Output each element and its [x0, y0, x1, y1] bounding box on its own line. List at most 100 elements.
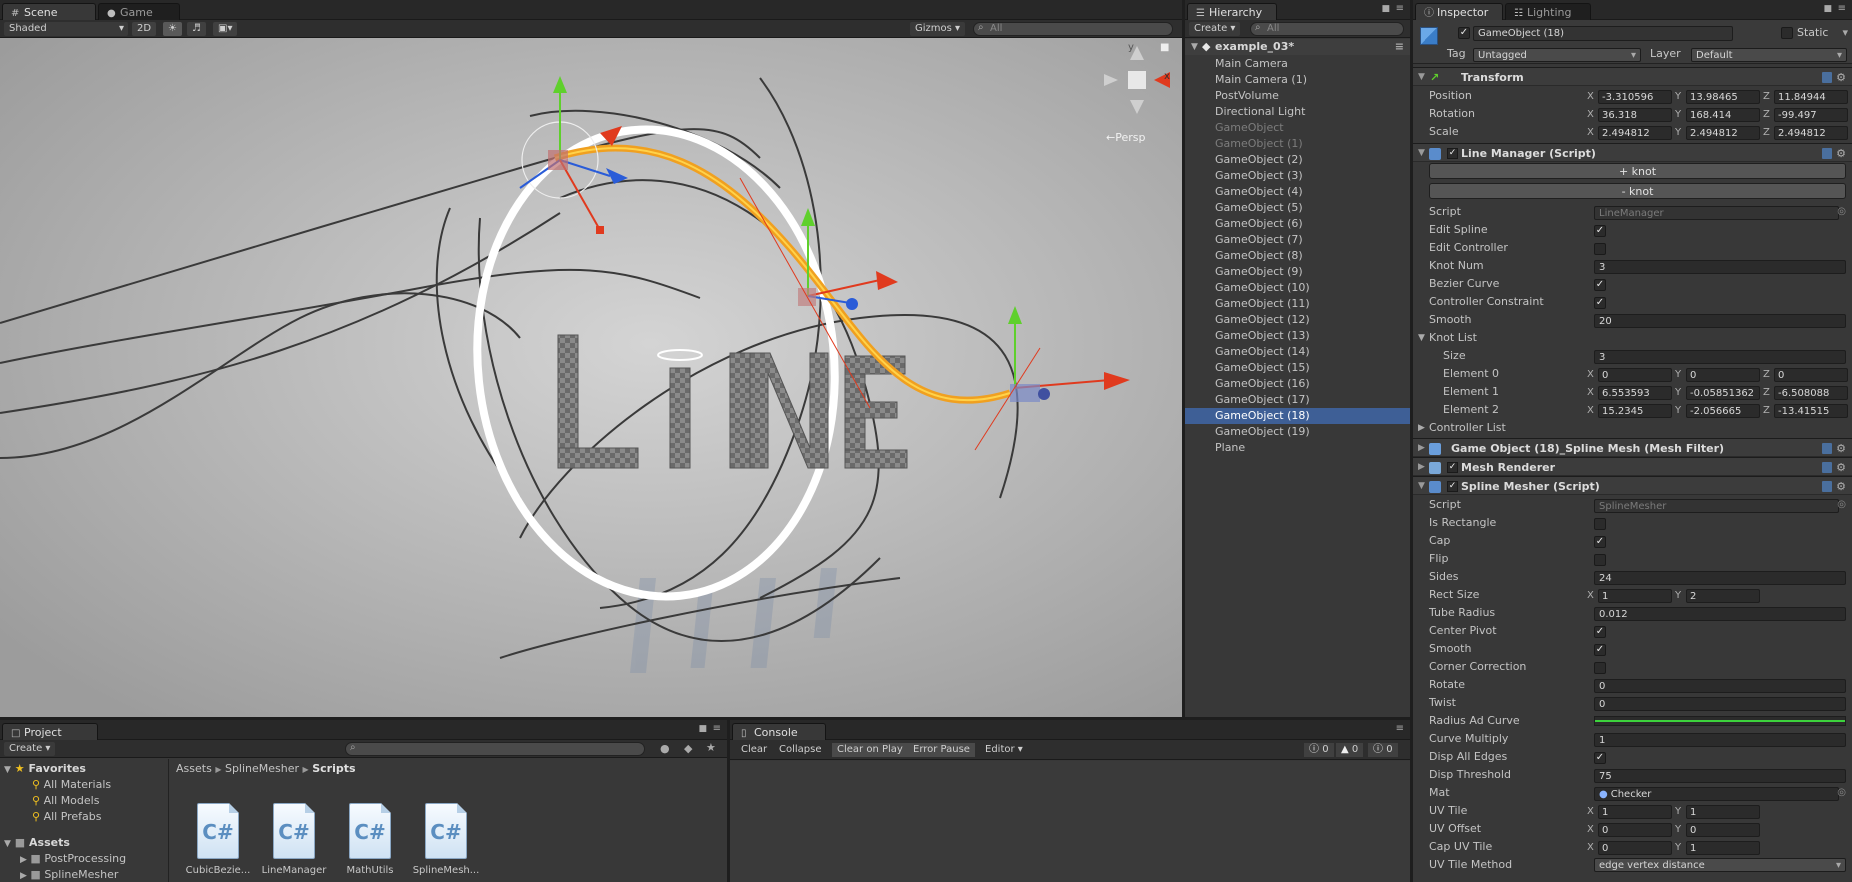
vector-component[interactable]: Y1: [1675, 841, 1761, 855]
vector-component[interactable]: X 6.553593: [1587, 386, 1673, 400]
hierarchy-item[interactable]: Main Camera: [1185, 56, 1410, 72]
uv-tile-method-dropdown[interactable]: edge vertex distance: [1594, 858, 1846, 872]
hierarchy-item[interactable]: GameObject (10): [1185, 280, 1410, 296]
assets-header[interactable]: ▼ ■ Assets: [4, 835, 70, 851]
fav-item-materials[interactable]: ⚲ All Materials: [32, 777, 111, 793]
toggle-checkbox[interactable]: [1594, 662, 1606, 674]
object-picker-icon[interactable]: ◎: [1837, 784, 1846, 802]
hierarchy-item[interactable]: GameObject (15): [1185, 360, 1410, 376]
vector-value[interactable]: 2.494812: [1686, 126, 1760, 140]
vector-value[interactable]: -0.05851362: [1686, 386, 1760, 400]
vector-value[interactable]: -2.056665: [1686, 404, 1760, 418]
add-knot-button[interactable]: + knot: [1429, 163, 1846, 179]
vector-value[interactable]: 1: [1686, 805, 1760, 819]
vector-component[interactable]: X0: [1587, 823, 1673, 837]
hierarchy-item[interactable]: GameObject (12): [1185, 312, 1410, 328]
lock-icon[interactable]: ■: [1160, 42, 1169, 53]
console-error-count[interactable]: ⓘ 0: [1368, 743, 1398, 757]
object-picker-icon[interactable]: ◎: [1837, 496, 1846, 514]
hierarchy-search-input[interactable]: All: [1250, 22, 1404, 36]
spline-mesher-header[interactable]: ▼ ✓ Spline Mesher (Script) ⚙: [1413, 476, 1852, 495]
vector-component[interactable]: X 36.318: [1587, 108, 1673, 122]
vector-value[interactable]: -6.508088: [1774, 386, 1848, 400]
value-field[interactable]: 3: [1594, 350, 1846, 364]
object-picker-icon[interactable]: ◎: [1837, 203, 1846, 221]
project-search-input[interactable]: [345, 742, 645, 756]
folder-splinemesher[interactable]: ▶ ■ SplineMesher: [20, 867, 118, 882]
vector-value[interactable]: 0: [1686, 368, 1760, 382]
vector-component[interactable]: Y0: [1675, 823, 1761, 837]
console-error-pause-button[interactable]: Error Pause: [908, 743, 975, 757]
static-dropdown-icon[interactable]: ▾: [1842, 26, 1848, 39]
expand-arrow-icon[interactable]: ▼: [1191, 39, 1198, 55]
help-book-icon[interactable]: [1822, 443, 1832, 454]
foldout-arrow-icon[interactable]: ▼: [1418, 477, 1425, 496]
layer-dropdown[interactable]: Default: [1691, 48, 1847, 62]
hierarchy-item[interactable]: GameObject (7): [1185, 232, 1410, 248]
foldout-arrow-icon[interactable]: ▼: [1418, 329, 1425, 347]
project-create-button[interactable]: Create ▾: [4, 742, 56, 756]
hierarchy-item[interactable]: GameObject (18): [1185, 408, 1410, 424]
tab-console[interactable]: ▯ Console: [732, 723, 826, 740]
vector-value[interactable]: 1: [1598, 805, 1672, 819]
vector-component[interactable]: Z 2.494812: [1763, 126, 1849, 140]
vector-value[interactable]: 11.84944: [1774, 90, 1848, 104]
help-book-icon[interactable]: [1822, 462, 1832, 473]
toggle-checkbox[interactable]: ✓: [1594, 225, 1606, 237]
scene-search-input[interactable]: All: [973, 22, 1173, 36]
foldout-arrow-icon[interactable]: ▼: [1418, 144, 1425, 163]
hierarchy-item[interactable]: GameObject (16): [1185, 376, 1410, 392]
vector-component[interactable]: Z0: [1763, 368, 1849, 382]
foldout-arrow-icon[interactable]: ▼: [1418, 68, 1425, 87]
panel-menu-icon[interactable]: ≡: [1838, 3, 1846, 14]
favorites-header[interactable]: ▼ ★ Favorites: [4, 761, 86, 777]
foldout-arrow-icon[interactable]: ▶: [1418, 439, 1425, 458]
gear-icon[interactable]: ⚙: [1836, 477, 1846, 496]
object-active-checkbox[interactable]: ✓: [1458, 27, 1470, 39]
value-field[interactable]: 0: [1594, 697, 1846, 711]
vector-component[interactable]: X1: [1587, 805, 1673, 819]
tab-hierarchy[interactable]: ☰ Hierarchy: [1187, 3, 1277, 20]
help-book-icon[interactable]: [1822, 72, 1832, 83]
folder-postprocessing[interactable]: ▶ ■ PostProcessing: [20, 851, 126, 867]
hierarchy-item[interactable]: GameObject (19): [1185, 424, 1410, 440]
fav-item-models[interactable]: ⚲ All Models: [32, 793, 99, 809]
panel-menu-icon[interactable]: ≡: [1396, 3, 1404, 14]
panel-menu-icon[interactable]: ≡: [1396, 723, 1404, 734]
audio-toggle-icon[interactable]: ♬: [187, 22, 206, 36]
hierarchy-item[interactable]: Directional Light: [1185, 104, 1410, 120]
value-field[interactable]: 1: [1594, 733, 1846, 747]
vector-component[interactable]: Y2: [1675, 589, 1761, 603]
vector-value[interactable]: -99.497: [1774, 108, 1848, 122]
foldout-arrow-icon[interactable]: ▶: [1418, 458, 1425, 477]
toggle-checkbox[interactable]: [1594, 518, 1606, 530]
scene-root-row[interactable]: ▼ ◆ example_03* ≡: [1185, 39, 1410, 55]
vector-component[interactable]: Z 11.84944: [1763, 90, 1849, 104]
vector-value[interactable]: 6.553593: [1598, 386, 1672, 400]
object-name-field[interactable]: GameObject (18): [1473, 26, 1733, 41]
hierarchy-item[interactable]: GameObject: [1185, 120, 1410, 136]
lighting-toggle-icon[interactable]: ☀: [163, 22, 182, 36]
vector-value[interactable]: 0: [1598, 841, 1672, 855]
console-log-count[interactable]: ⓘ 0: [1304, 743, 1334, 757]
mesh-filter-header[interactable]: ▶ Game Object (18)_Spline Mesh (Mesh Filt…: [1413, 438, 1852, 457]
vector-component[interactable]: Z -99.497: [1763, 108, 1849, 122]
value-field[interactable]: 0.012: [1594, 607, 1846, 621]
vector-value[interactable]: 1: [1598, 589, 1672, 603]
vector-component[interactable]: X 2.494812: [1587, 126, 1673, 140]
remove-knot-button[interactable]: - knot: [1429, 183, 1846, 199]
gear-icon[interactable]: ⚙: [1836, 68, 1846, 87]
vector-value[interactable]: 2: [1686, 589, 1760, 603]
value-field[interactable]: 75: [1594, 769, 1846, 783]
vector-value[interactable]: 168.414: [1686, 108, 1760, 122]
vector-component[interactable]: Y 2.494812: [1675, 126, 1761, 140]
mesh-renderer-header[interactable]: ▶ ✓ Mesh Renderer ⚙: [1413, 457, 1852, 476]
toggle-checkbox[interactable]: [1594, 554, 1606, 566]
value-field[interactable]: 0: [1594, 679, 1846, 693]
tab-lighting[interactable]: ☷ Lighting: [1505, 3, 1591, 20]
vector-value[interactable]: 36.318: [1598, 108, 1672, 122]
vector-value[interactable]: -13.41515: [1774, 404, 1848, 418]
panel-menu-icon[interactable]: ≡: [713, 723, 721, 734]
vector-component[interactable]: Y -2.056665: [1675, 404, 1761, 418]
hierarchy-item[interactable]: GameObject (6): [1185, 216, 1410, 232]
